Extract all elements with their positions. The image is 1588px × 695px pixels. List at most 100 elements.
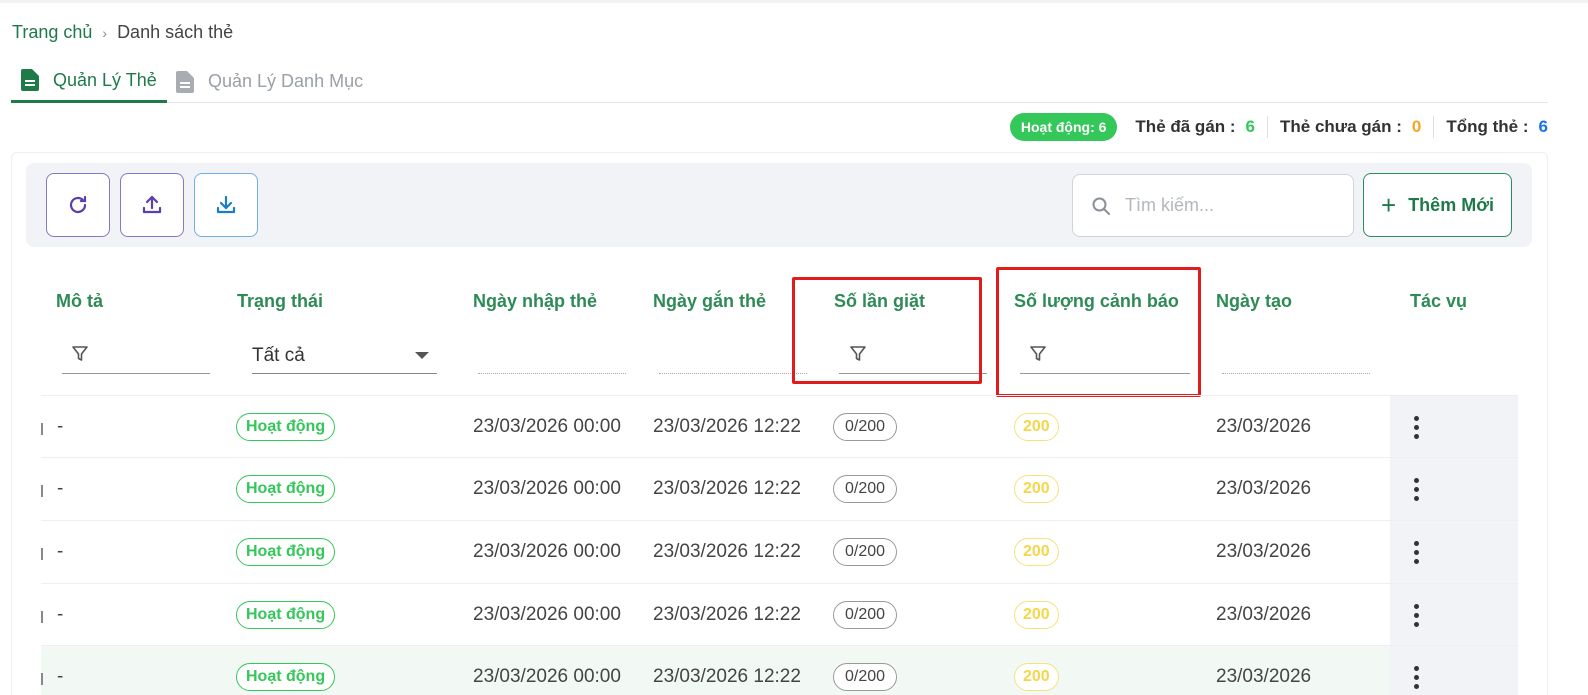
filter-icon[interactable] — [71, 345, 89, 363]
status-badge: Hoạt động — [236, 601, 336, 629]
status-filter-value: Tất cả — [252, 344, 305, 366]
column-header-created-date[interactable]: Ngày tạo — [1216, 291, 1292, 312]
wash-count-badge: 0/200 — [833, 413, 898, 441]
status-badge: Hoạt động — [236, 413, 336, 441]
cell-import-date: 23/03/2026 00:00 — [473, 478, 621, 499]
upload-button[interactable] — [120, 173, 184, 237]
more-vertical-icon — [1414, 665, 1419, 689]
total-value: 6 — [1538, 117, 1548, 136]
row-selection-marker — [41, 485, 43, 497]
tab-card-management[interactable]: Quản Lý Thẻ — [11, 60, 167, 103]
active-count-badge: Hoạt động: 6 — [1009, 113, 1118, 141]
wash-count-badge: 0/200 — [833, 601, 898, 629]
wash-count-badge: 0/200 — [833, 663, 898, 691]
wash-count-badge: 0/200 — [833, 475, 898, 503]
chevron-down-icon — [415, 352, 429, 359]
warning-count-badge: 200 — [1014, 601, 1059, 629]
row-selection-marker — [41, 611, 43, 623]
cell-description: - — [57, 604, 64, 625]
assigned-value: 6 — [1245, 117, 1256, 136]
cell-import-date: 23/03/2026 00:00 — [473, 541, 621, 562]
cell-created-date: 23/03/2026 — [1216, 416, 1312, 437]
cell-created-date: 23/03/2026 — [1216, 666, 1312, 687]
warning-count-badge: 200 — [1014, 663, 1059, 691]
warning-count-badge: 200 — [1014, 475, 1059, 503]
more-vertical-icon — [1414, 603, 1419, 627]
toolbar: + Thêm Mới — [26, 163, 1532, 247]
row-actions-button[interactable] — [1390, 646, 1518, 695]
row-actions-button[interactable] — [1390, 396, 1518, 458]
document-icon — [176, 70, 194, 93]
status-badge: Hoạt động — [236, 538, 336, 566]
cell-attach-date: 23/03/2026 12:22 — [653, 604, 801, 625]
cell-import-date: 23/03/2026 00:00 — [473, 604, 621, 625]
cell-import-date: 23/03/2026 00:00 — [473, 666, 621, 687]
column-header-status[interactable]: Trạng thái — [237, 291, 323, 312]
import-date-filter[interactable] — [478, 373, 626, 374]
table-row[interactable]: - Hoạt động 23/03/2026 00:00 23/03/2026 … — [41, 395, 1518, 458]
search-icon — [1092, 197, 1110, 215]
breadcrumb-separator: › — [102, 24, 108, 41]
assigned-label: Thẻ đã gán : — [1135, 117, 1236, 136]
row-actions-button[interactable] — [1390, 458, 1518, 520]
row-actions-button[interactable] — [1390, 521, 1518, 583]
cell-attach-date: 23/03/2026 12:22 — [653, 416, 801, 437]
column-header-attach-date[interactable]: Ngày gắn thẻ — [653, 291, 766, 312]
total-label: Tổng thẻ : — [1446, 117, 1529, 136]
breadcrumb: Trang chủ › Danh sách thẻ — [12, 22, 233, 43]
tab-category-management[interactable]: Quản Lý Danh Mục — [176, 60, 363, 103]
table-row[interactable]: - Hoạt động 23/03/2026 00:00 23/03/2026 … — [41, 457, 1518, 520]
more-vertical-icon — [1414, 540, 1419, 564]
download-icon — [216, 195, 236, 214]
stats-divider — [1267, 116, 1269, 138]
top-divider — [0, 0, 1588, 3]
search-box — [1072, 174, 1354, 237]
row-actions-button[interactable] — [1390, 584, 1518, 646]
highlight-wash-count-column — [792, 277, 982, 384]
warning-count-badge: 200 — [1014, 538, 1059, 566]
status-badge: Hoạt động — [236, 663, 336, 691]
status-filter-select[interactable]: Tất cả — [252, 338, 437, 374]
cell-import-date: 23/03/2026 00:00 — [473, 416, 621, 437]
breadcrumb-home-link[interactable]: Trang chủ — [12, 22, 92, 43]
cell-attach-date: 23/03/2026 12:22 — [653, 541, 801, 562]
stats-divider — [1433, 116, 1435, 138]
row-selection-marker — [41, 548, 43, 560]
document-icon — [21, 69, 39, 91]
row-selection-marker — [41, 673, 43, 685]
table-row[interactable]: - Hoạt động 23/03/2026 00:00 23/03/2026 … — [41, 583, 1518, 646]
download-button[interactable] — [194, 173, 258, 237]
column-header-import-date[interactable]: Ngày nhập thẻ — [473, 291, 597, 312]
tab-card-management-label: Quản Lý Thẻ — [53, 69, 157, 90]
cell-description: - — [57, 478, 64, 499]
plus-icon: + — [1381, 190, 1397, 220]
add-new-label: Thêm Mới — [1408, 194, 1494, 215]
cell-created-date: 23/03/2026 — [1216, 541, 1312, 562]
cell-attach-date: 23/03/2026 12:22 — [653, 666, 801, 687]
cell-created-date: 23/03/2026 — [1216, 604, 1312, 625]
add-new-button[interactable]: + Thêm Mới — [1363, 173, 1512, 237]
search-input[interactable] — [1125, 195, 1345, 216]
refresh-icon — [69, 195, 87, 214]
more-vertical-icon — [1414, 415, 1419, 439]
column-header-description[interactable]: Mô tả — [56, 291, 103, 312]
unassigned-label: Thẻ chưa gán : — [1280, 117, 1402, 136]
table-row[interactable]: - Hoạt động 23/03/2026 00:00 23/03/2026 … — [41, 645, 1518, 695]
wash-count-badge: 0/200 — [833, 538, 898, 566]
unassigned-value: 0 — [1411, 117, 1422, 136]
cell-description: - — [57, 541, 64, 562]
upload-icon — [142, 195, 162, 214]
refresh-button[interactable] — [46, 173, 110, 237]
table-row[interactable]: - Hoạt động 23/03/2026 00:00 23/03/2026 … — [41, 520, 1518, 583]
highlight-warning-count-column — [996, 267, 1201, 397]
cell-description: - — [57, 666, 64, 687]
cell-description: - — [57, 416, 64, 437]
status-badge: Hoạt động — [236, 475, 336, 503]
description-filter-input[interactable] — [62, 373, 210, 374]
more-vertical-icon — [1414, 477, 1419, 501]
tab-category-management-label: Quản Lý Danh Mục — [208, 71, 364, 91]
attach-date-filter[interactable] — [659, 373, 807, 374]
warning-count-badge: 200 — [1014, 413, 1059, 441]
created-date-filter[interactable] — [1222, 373, 1370, 374]
tab-bar: Quản Lý Thẻ Quản Lý Danh Mục — [11, 60, 1548, 103]
